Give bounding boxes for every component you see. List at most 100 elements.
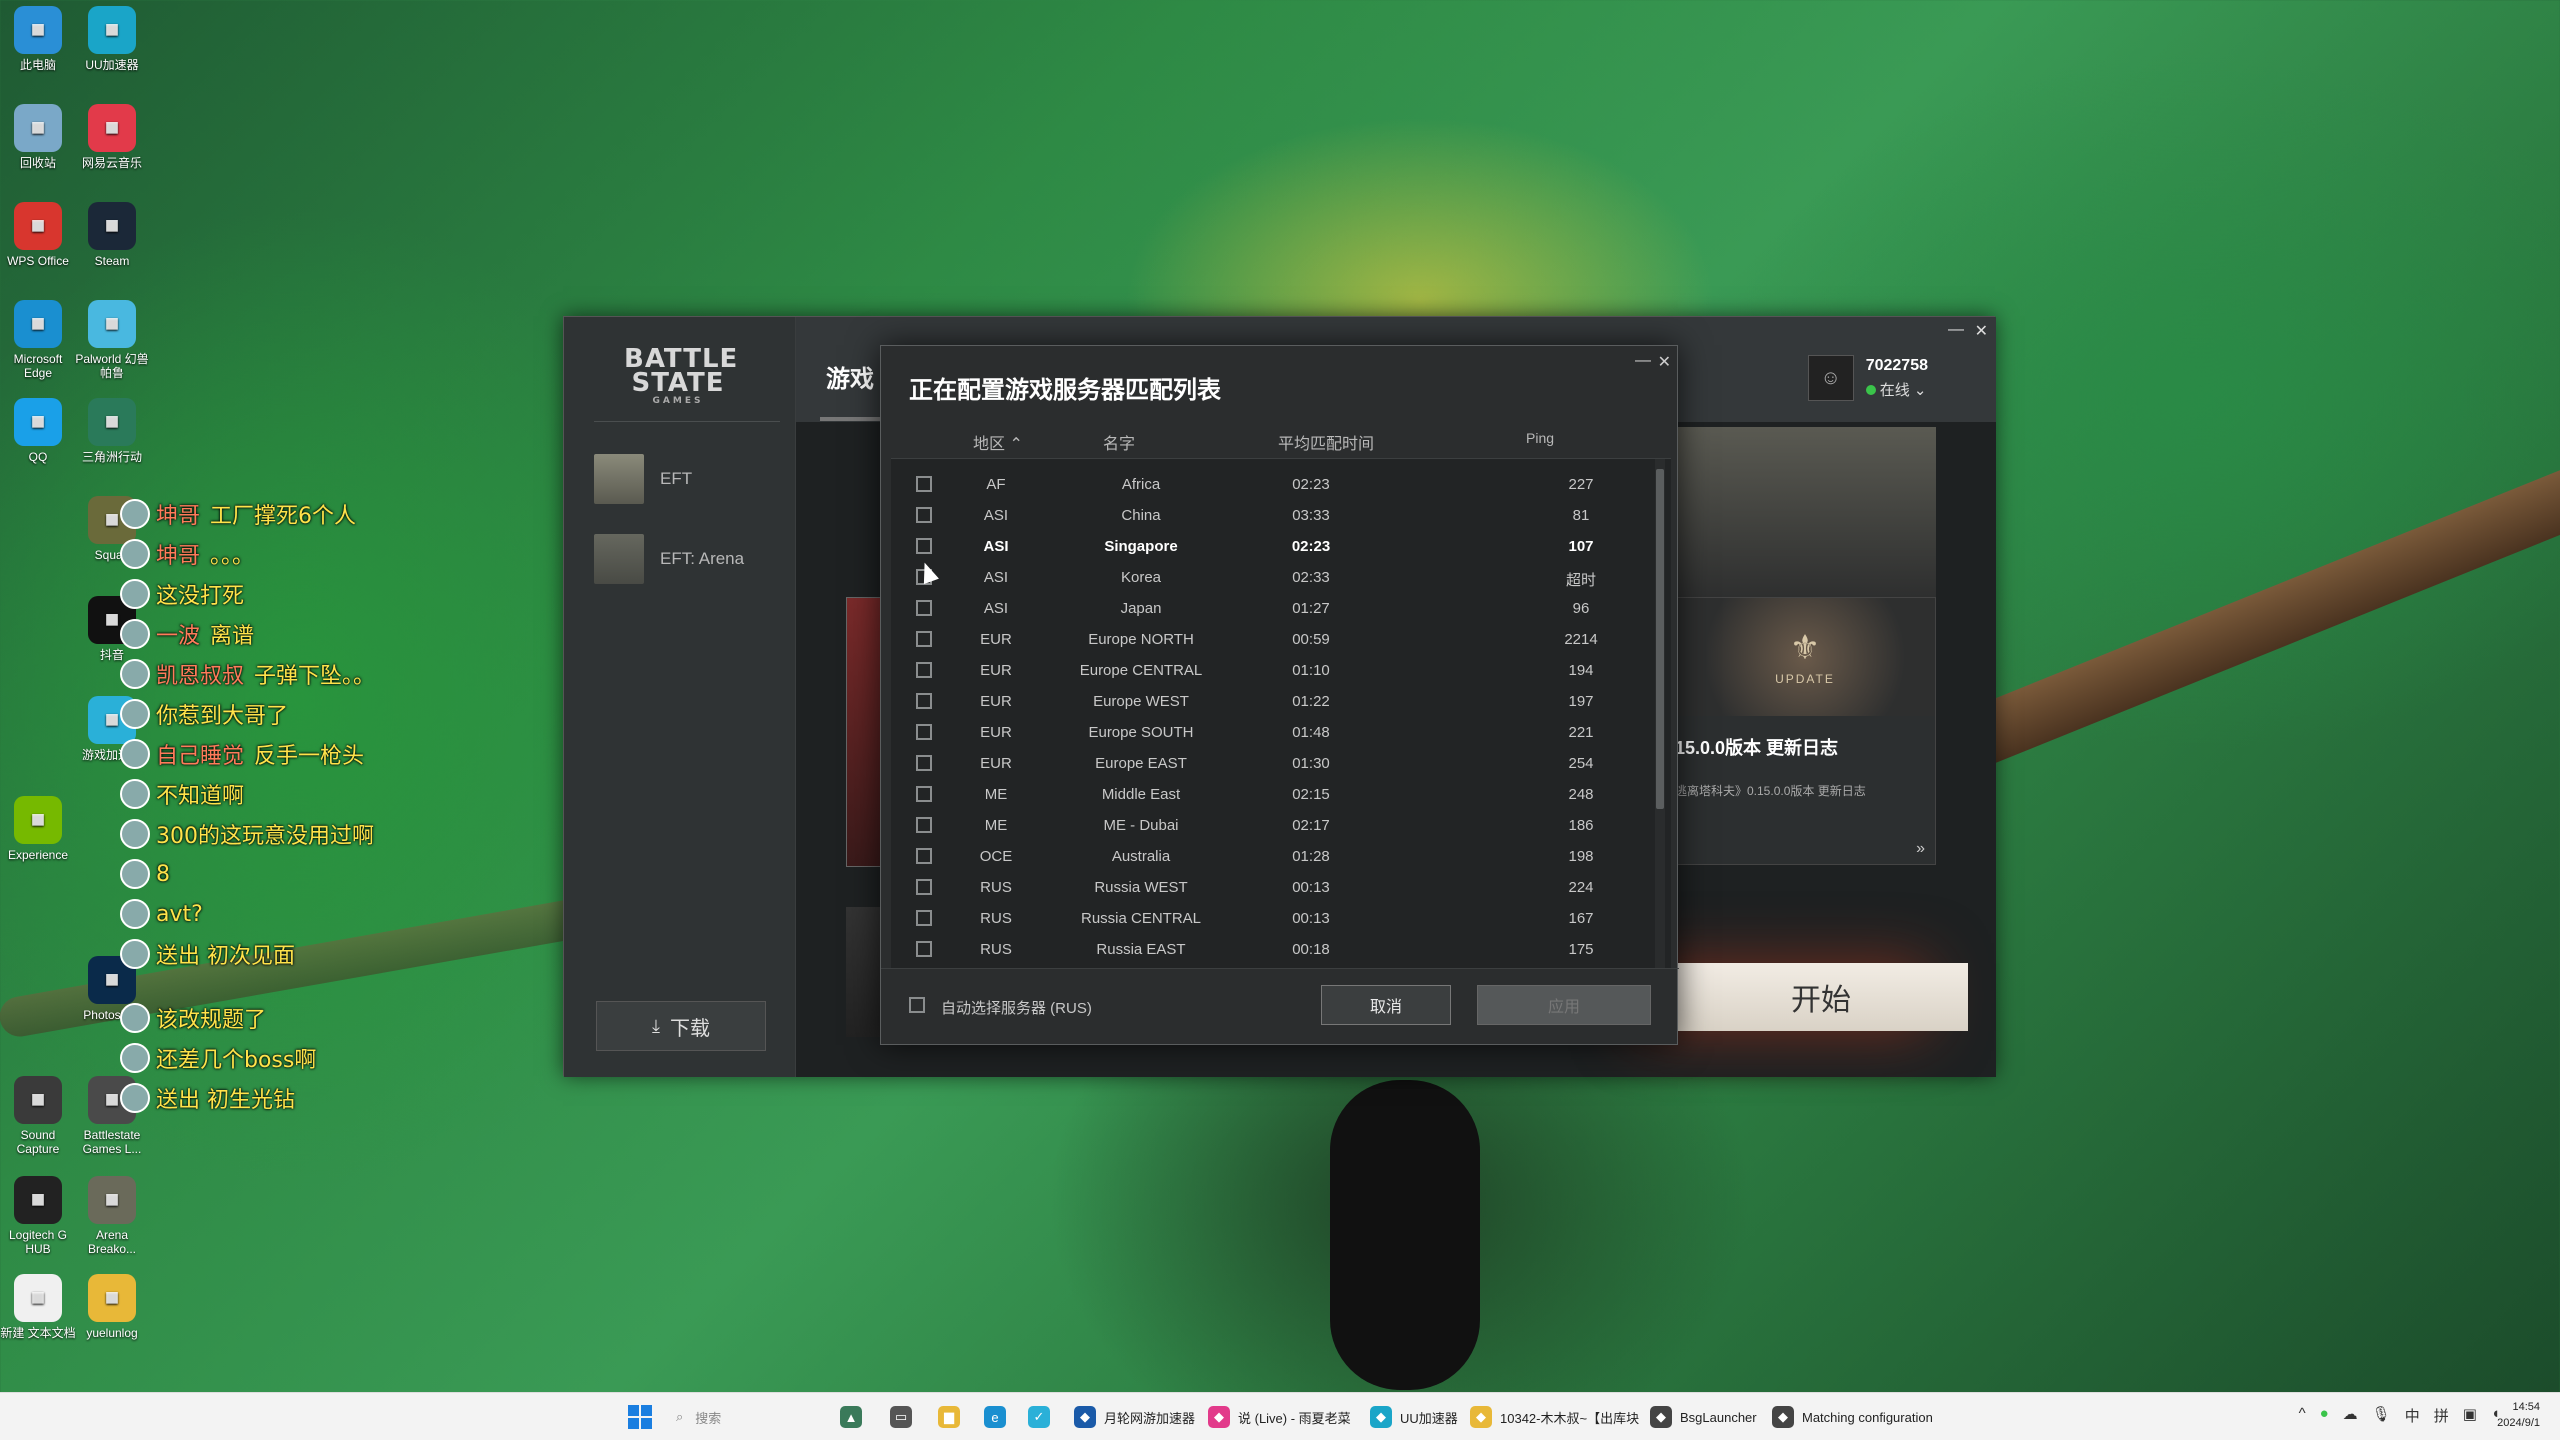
taskbar-pinned-icon[interactable]: ▲ [840, 1403, 870, 1431]
desktop-shortcut[interactable]: ■ Microsoft Edge [0, 300, 76, 380]
table-row[interactable]: ASI Japan 01:27 96 [891, 593, 1651, 624]
desktop-shortcut[interactable]: ■ Experience [0, 796, 76, 862]
server-checkbox[interactable] [916, 941, 932, 957]
network-icon[interactable]: ▣ [2463, 1405, 2477, 1426]
scrollbar[interactable] [1655, 459, 1665, 969]
table-row[interactable]: RUS Russia EAST 00:18 175 [891, 934, 1651, 965]
chat-message: avt? [120, 896, 203, 932]
taskbar-pinned-icon[interactable]: e [984, 1403, 1014, 1431]
table-row[interactable]: EUR Europe WEST 01:22 197 [891, 686, 1651, 717]
column-header-name[interactable]: 名字 [1103, 430, 1135, 454]
cancel-button[interactable]: 取消 [1321, 985, 1451, 1025]
ime-pinyin-indicator[interactable]: 拼 [2434, 1405, 2449, 1426]
desktop-shortcut[interactable]: ■ 网易云音乐 [74, 104, 150, 170]
mic-icon[interactable]: 🎙 [2372, 1405, 2391, 1426]
taskbar-app-button[interactable]: ◆ UU加速器 [1370, 1403, 1458, 1431]
toucan-body [1330, 1080, 1480, 1390]
taskbar-app-button[interactable]: ◆ Matching configuration [1772, 1403, 1933, 1431]
desktop-shortcut[interactable]: ■ Arena Breako... [74, 1176, 150, 1256]
server-checkbox[interactable] [916, 724, 932, 740]
tab-game[interactable]: 游戏 [826, 359, 874, 394]
table-row[interactable]: ME ME - Dubai 02:17 186 [891, 810, 1651, 841]
table-row[interactable]: EUR Europe NORTH 00:59 2214 [891, 624, 1651, 655]
table-row[interactable]: ASI Korea 02:33 超时 [891, 562, 1651, 593]
server-checkbox[interactable] [916, 910, 932, 926]
column-header-region[interactable]: 地区 ⌃ [973, 430, 1023, 454]
sidebar-item-eft[interactable]: EFT [594, 453, 784, 505]
server-config-dialog: 正在配置游戏服务器匹配列表 — ✕ 地区 ⌃ 名字 平均匹配时间 Ping AF… [880, 345, 1679, 1046]
server-checkbox[interactable] [916, 538, 932, 554]
table-row[interactable]: ASI Singapore 02:23 107 [891, 531, 1651, 562]
server-checkbox[interactable] [916, 631, 932, 647]
table-row[interactable]: EUR Europe SOUTH 01:48 221 [891, 717, 1651, 748]
desktop-shortcut[interactable]: ■ Palworld 幻兽帕鲁 [74, 300, 150, 380]
user-profile[interactable]: ☺ 7022758 在线 ⌄ [1807, 355, 1928, 401]
news-card[interactable]: ⚜ UPDATE 15.0.0版本 更新日志 逃离塔科夫》0.15.0.0版本 … [1674, 597, 1936, 865]
table-row[interactable]: EUR Europe CENTRAL 01:10 194 [891, 655, 1651, 686]
news-more-icon[interactable]: » [1916, 840, 1925, 858]
column-header-ping[interactable]: Ping [1526, 430, 1554, 446]
chat-text: 送出 初次见面 [156, 944, 295, 969]
launcher-sidebar: BATTLE STATE GAMES EFT EFT: Arena ⤓ 下载 [564, 317, 796, 1077]
taskbar-app-button[interactable]: ◆ 月轮网游加速器 [1074, 1403, 1195, 1431]
desktop-shortcut[interactable]: ■ yuelunlog [74, 1274, 150, 1340]
taskbar-app-button[interactable]: ◆ BsgLauncher [1650, 1403, 1757, 1431]
sound-capture-icon: ■ [14, 1076, 62, 1124]
server-checkbox[interactable] [916, 476, 932, 492]
dialog-footer: 自动选择服务器 (RUS) 取消 应用 [881, 968, 1679, 1046]
server-checkbox[interactable] [916, 848, 932, 864]
server-checkbox[interactable] [916, 755, 932, 771]
chevron-down-icon[interactable]: ⌄ [1914, 382, 1927, 399]
auto-select-checkbox[interactable] [909, 997, 925, 1013]
desktop-shortcut[interactable]: ■ 此电脑 [0, 6, 76, 72]
desktop-shortcut[interactable]: ■ 三角洲行动 [74, 398, 150, 464]
table-row[interactable]: RUS Russia CENTRAL 00:13 167 [891, 903, 1651, 934]
table-row[interactable]: ASI China 03:33 81 [891, 500, 1651, 531]
taskbar-search[interactable]: ⌕ 搜索 [676, 1403, 826, 1431]
ime-chinese-indicator[interactable]: 中 [2405, 1405, 2420, 1426]
server-checkbox[interactable] [916, 879, 932, 895]
taskbar-app-button[interactable]: ◆ 10342-木木叔~【出库块 [1470, 1403, 1639, 1431]
desktop-shortcut[interactable]: ■ UU加速器 [74, 6, 150, 72]
desktop-shortcut[interactable]: ■ Steam [74, 202, 150, 268]
apply-button[interactable]: 应用 [1477, 985, 1651, 1025]
start-button[interactable] [628, 1405, 652, 1429]
server-checkbox[interactable] [916, 693, 932, 709]
server-checkbox[interactable] [916, 786, 932, 802]
table-row[interactable]: RUS Russia WEST 00:13 224 [891, 872, 1651, 903]
table-row[interactable]: AF Africa 02:23 227 [891, 469, 1651, 500]
server-checkbox[interactable] [916, 662, 932, 678]
desktop-shortcut[interactable]: ■ Logitech G HUB [0, 1176, 76, 1256]
desktop-shortcut[interactable]: ■ 新建 文本文档 [0, 1274, 76, 1340]
desktop-shortcut[interactable]: ■ WPS Office [0, 202, 76, 268]
start-button[interactable]: 开始 [1674, 963, 1968, 1031]
minimize-icon[interactable]: — [1635, 352, 1651, 370]
table-row[interactable]: OCE Australia 01:28 198 [891, 841, 1651, 872]
server-checkbox[interactable] [916, 507, 932, 523]
taskbar-pinned-icon[interactable]: ▆ [938, 1403, 968, 1431]
server-region-cell: ASI [983, 569, 1009, 586]
tray-expand-icon[interactable]: ^ [2299, 1405, 2306, 1426]
wechat-icon[interactable]: ● [2320, 1405, 2329, 1426]
close-icon[interactable]: ✕ [1658, 352, 1671, 372]
minimize-icon[interactable]: — [1948, 321, 1964, 339]
server-checkbox[interactable] [916, 600, 932, 616]
table-row[interactable]: ME Middle East 02:15 248 [891, 779, 1651, 810]
scrollbar-thumb[interactable] [1656, 469, 1664, 809]
server-time-cell: 01:22 [1292, 693, 1330, 710]
desktop-shortcut[interactable]: ■ 回收站 [0, 104, 76, 170]
close-icon[interactable]: ✕ [1975, 321, 1988, 341]
cloud-icon[interactable]: ☁ [2343, 1405, 2358, 1426]
taskbar-app-button[interactable]: ◆ 说 (Live) - 雨夏老菜 [1208, 1403, 1351, 1431]
table-row[interactable]: EUR Europe EAST 01:30 254 [891, 748, 1651, 779]
download-button[interactable]: ⤓ 下载 [596, 1001, 766, 1051]
system-clock[interactable]: 14:54 2024/9/1 [2497, 1399, 2540, 1431]
taskbar-pinned-icon[interactable]: ✓ [1028, 1403, 1058, 1431]
column-header-avg-time[interactable]: 平均匹配时间 [1278, 430, 1374, 454]
taskbar-pinned-icon[interactable]: ▭ [890, 1403, 920, 1431]
server-checkbox[interactable] [916, 817, 932, 833]
desktop-shortcut[interactable]: ■ Sound Capture [0, 1076, 76, 1156]
desktop-shortcut[interactable]: ■ QQ [0, 398, 76, 464]
sidebar-item-eft-arena[interactable]: EFT: Arena [594, 533, 784, 585]
system-tray[interactable]: ^ ● ☁ 🎙 中 拼 ▣ ◖ [2299, 1405, 2500, 1426]
